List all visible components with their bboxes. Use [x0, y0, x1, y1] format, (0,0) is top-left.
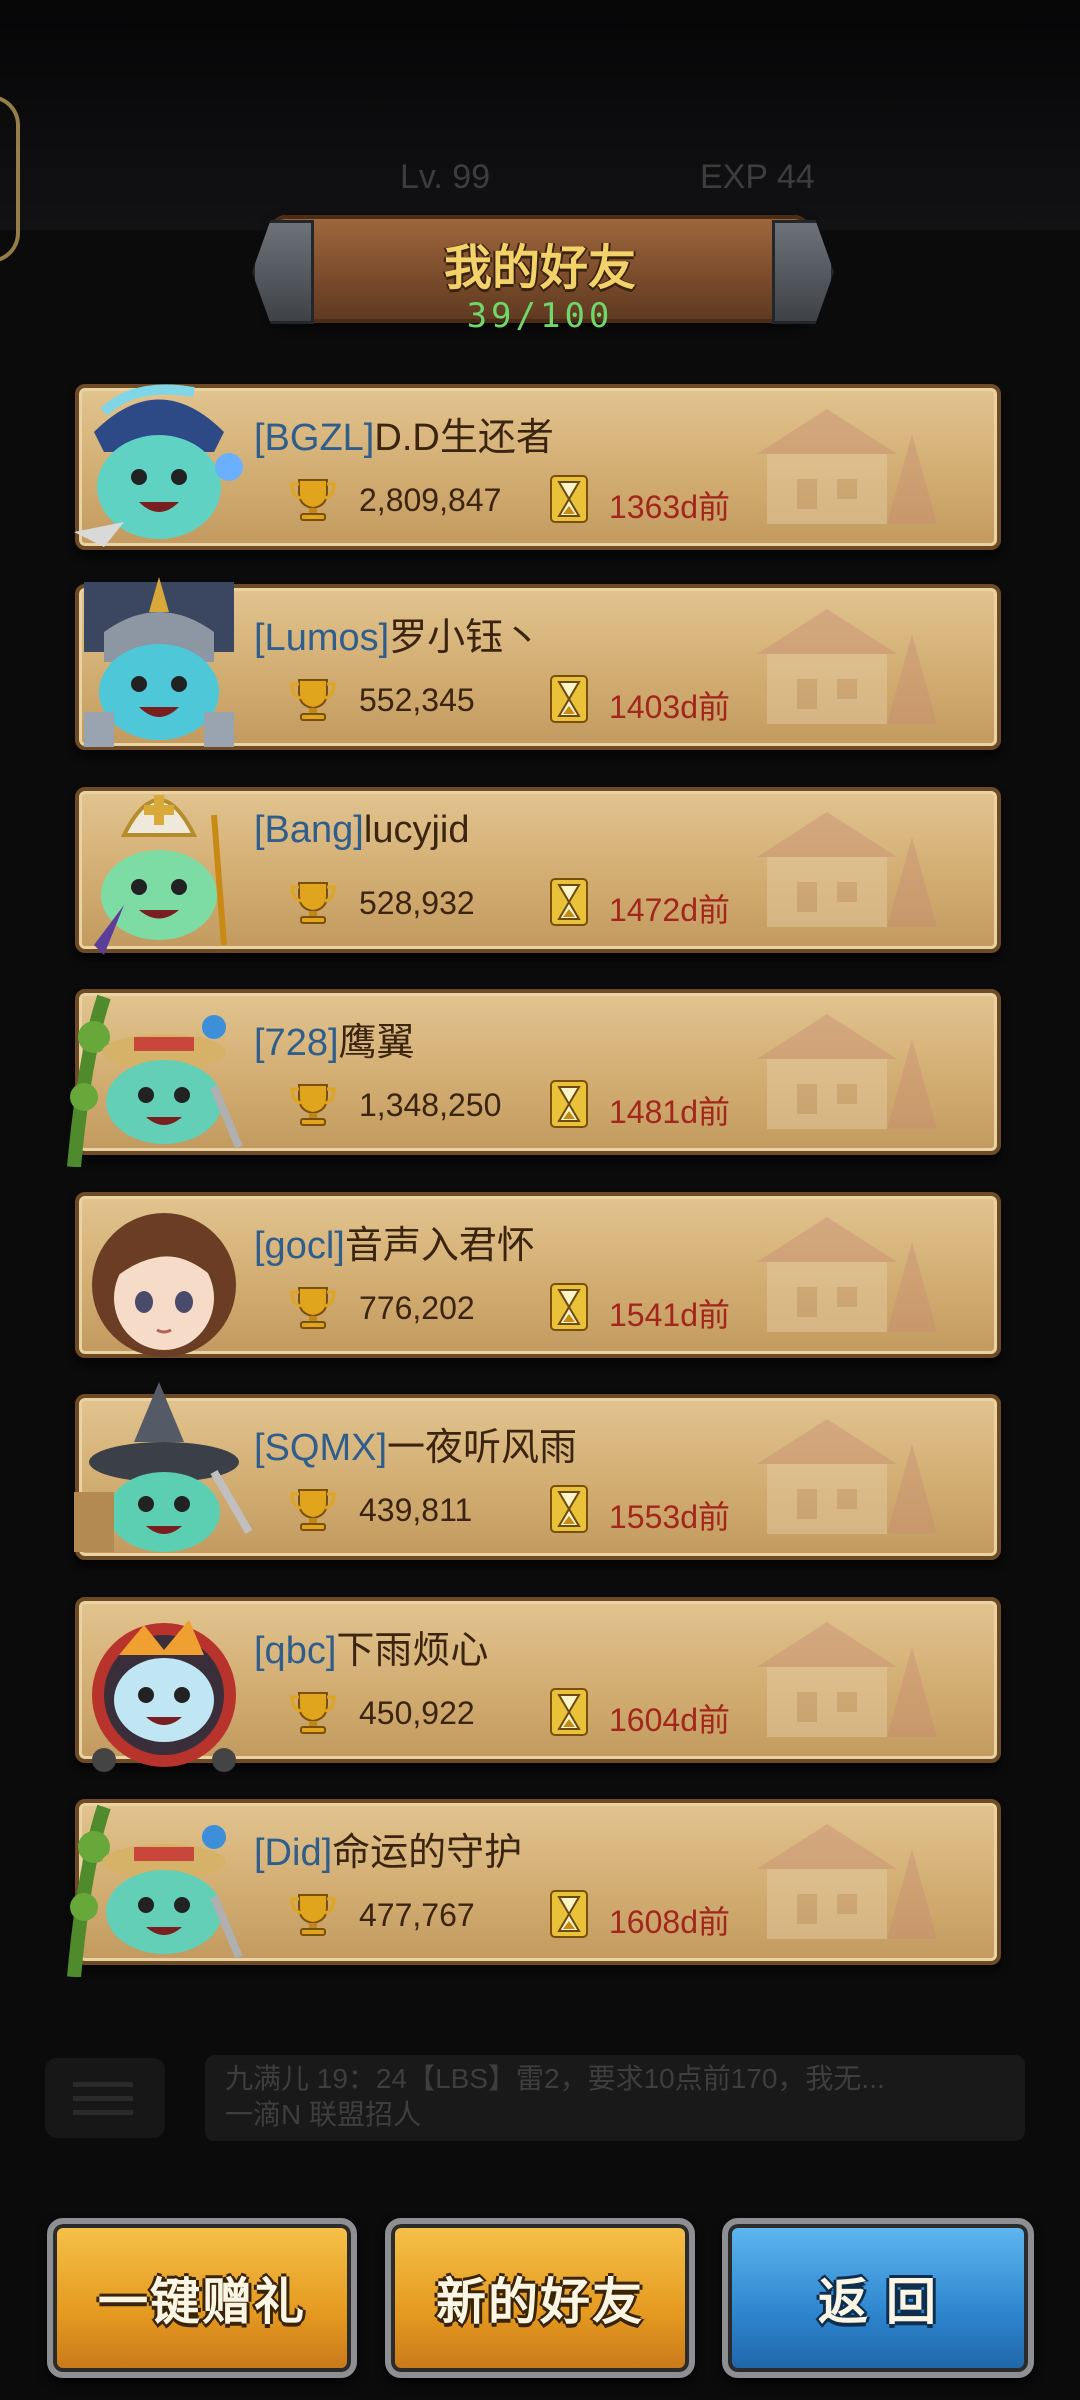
player-name: 鹰翼	[338, 1022, 415, 1064]
trophy-icon	[290, 1084, 336, 1126]
player-name: 罗小钰丶	[389, 617, 542, 659]
friend-card[interactable]: [Did]命运的守护 477,767 1608d前	[67, 1799, 1001, 1977]
last-seen: 1363d前	[609, 489, 730, 525]
house-watermark-icon	[757, 1419, 937, 1534]
chat-line-2: 一滴N 联盟招人	[225, 2099, 422, 2130]
player-name: 音声入君怀	[344, 1225, 535, 1267]
priest-slime-avatar-icon	[94, 795, 227, 955]
knight-slime-avatar-icon	[84, 577, 234, 747]
gift-all-button[interactable]: 一键赠礼	[47, 2218, 357, 2378]
last-seen: 1604d前	[609, 1702, 730, 1738]
trophy-icon	[290, 1489, 336, 1531]
menu-line	[73, 2110, 133, 2115]
guild-tag: [728]	[254, 1022, 339, 1064]
last-seen: 1553d前	[609, 1499, 730, 1535]
friend-name: [gocl]音声入君怀	[254, 1214, 535, 1269]
hourglass-icon	[550, 475, 588, 523]
gumball-slime-avatar-icon	[92, 1620, 236, 1772]
hourglass-icon	[550, 1688, 588, 1736]
house-watermark-icon	[757, 1217, 937, 1332]
friend-name: [728]鹰翼	[254, 1011, 415, 1066]
last-seen: 1541d前	[609, 1297, 730, 1333]
player-name: 下雨烦心	[336, 1630, 489, 1672]
house-watermark-icon	[757, 609, 937, 724]
house-watermark-icon	[757, 1622, 937, 1737]
friend-card[interactable]: [SQMX]一夜听风雨 439,811 1553d前	[74, 1382, 1001, 1560]
side-panel-edge	[0, 95, 20, 263]
page-title: 我的好友	[443, 242, 636, 295]
guild-tag: [qbc]	[254, 1630, 337, 1672]
trophy-icon	[290, 1894, 336, 1936]
friend-name: [SQMX]一夜听风雨	[254, 1416, 577, 1471]
hourglass-icon	[550, 1485, 588, 1533]
trophy-icon	[290, 479, 336, 521]
friend-name: [Bang]lucyjid	[254, 809, 469, 852]
friend-card[interactable]: [gocl]音声入君怀 776,202 1541d前	[75, 1192, 1001, 1358]
trophy-icon	[290, 882, 336, 924]
gardener-slime-avatar-icon	[67, 994, 243, 1167]
trophy-score: 776,202	[359, 1290, 475, 1326]
hourglass-icon	[550, 1890, 588, 1938]
trophy-score: 477,767	[359, 1897, 475, 1933]
guild-tag: [Bang]	[254, 809, 364, 851]
back-button[interactable]: 返 回	[722, 2218, 1034, 2378]
friend-count: 39/100	[466, 296, 614, 336]
witch-slime-avatar-icon	[74, 1382, 253, 1552]
menu-line	[73, 2096, 133, 2101]
hourglass-icon	[550, 675, 588, 723]
trophy-icon	[290, 679, 336, 721]
trophy-score: 2,809,847	[359, 482, 502, 518]
background-exp-text: EXP 44	[700, 158, 815, 196]
last-seen: 1481d前	[609, 1094, 730, 1130]
mage-slime-avatar-icon	[74, 384, 243, 547]
menu-line	[73, 2082, 133, 2087]
friend-name: [qbc]下雨烦心	[254, 1619, 488, 1674]
hourglass-icon	[550, 878, 588, 926]
friend-card[interactable]: [728]鹰翼 1,348,250 1481d前	[67, 989, 1001, 1167]
last-seen: 1608d前	[609, 1904, 730, 1940]
last-seen: 1472d前	[609, 892, 730, 928]
trophy-score: 439,811	[359, 1492, 473, 1528]
chat-preview[interactable]: 九满儿 19：24【LBS】雷2，要求10点前170，我无... 一滴N 联盟招…	[205, 2055, 1025, 2141]
trophy-icon	[290, 1692, 336, 1734]
last-seen: 1403d前	[609, 689, 730, 725]
guild-tag: [Did]	[254, 1832, 333, 1874]
house-watermark-icon	[757, 812, 937, 927]
player-name: 命运的守护	[332, 1832, 523, 1874]
friend-name: [Lumos]罗小钰丶	[254, 606, 541, 661]
house-watermark-icon	[757, 1014, 937, 1129]
friend-card[interactable]: [qbc]下雨烦心 450,922 1604d前	[75, 1597, 1001, 1772]
background-level-text: Lv. 99	[400, 158, 491, 196]
player-name: lucyjid	[363, 809, 470, 851]
hourglass-icon	[550, 1283, 588, 1331]
friend-card[interactable]: [BGZL]D.D生还者 2,809,847 1363d前	[74, 384, 1001, 550]
trophy-score: 450,922	[359, 1695, 475, 1731]
hourglass-icon	[550, 1080, 588, 1128]
trophy-score: 1,348,250	[359, 1087, 502, 1123]
girl-avatar-icon	[92, 1213, 236, 1357]
trophy-score: 528,932	[359, 885, 475, 921]
trophy-icon	[290, 1287, 336, 1329]
guild-tag: [BGZL]	[254, 417, 375, 459]
friend-name: [Did]命运的守护	[254, 1821, 522, 1876]
friend-name: [BGZL]D.D生还者	[254, 406, 554, 461]
background-status-row: Lv. 99 EXP 44	[60, 140, 1020, 210]
friend-card[interactable]: [Lumos]罗小钰丶 552,345 1403d前	[75, 577, 1001, 750]
chat-line-1: 九满儿 19：24【LBS】雷2，要求10点前170，我无...	[225, 2063, 885, 2094]
house-watermark-icon	[757, 409, 937, 524]
chat-menu-icon[interactable]	[45, 2058, 165, 2138]
player-name: D.D生还者	[374, 417, 554, 459]
new-friends-button[interactable]: 新的好友	[385, 2218, 695, 2378]
guild-tag: [Lumos]	[254, 617, 390, 659]
friend-card[interactable]: [Bang]lucyjid 528,932 1472d前	[75, 787, 1001, 955]
player-name: 一夜听风雨	[387, 1427, 578, 1469]
gardener-slime-avatar-icon	[67, 1804, 243, 1977]
house-watermark-icon	[757, 1824, 937, 1939]
guild-tag: [SQMX]	[254, 1427, 388, 1469]
guild-tag: [gocl]	[254, 1225, 345, 1267]
trophy-score: 552,345	[359, 682, 475, 718]
